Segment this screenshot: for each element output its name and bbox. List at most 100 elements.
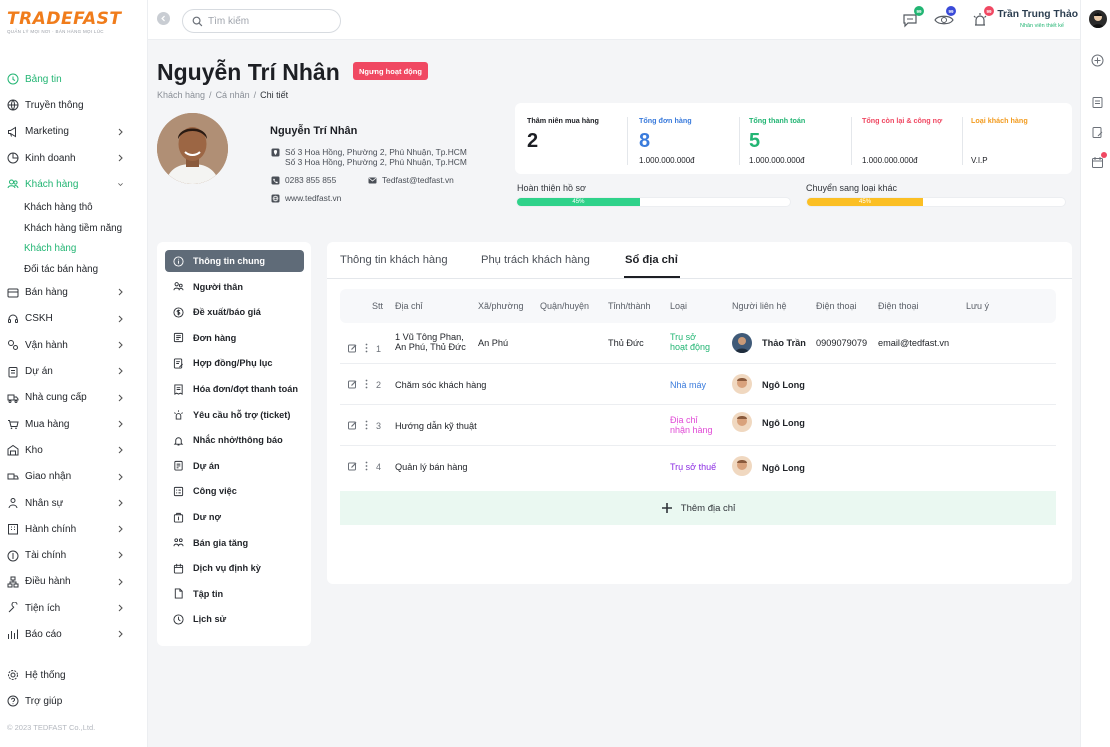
- sidebar-subitem[interactable]: Khách hàng thô: [0, 197, 148, 218]
- sidebar-item-tài-chính[interactable]: Tài chính: [0, 542, 148, 568]
- sidebar-item-hành-chính[interactable]: Hành chính: [0, 516, 148, 542]
- website-value[interactable]: www.tedfast.vn: [285, 193, 341, 203]
- sidebar-item-dự-án[interactable]: Dự án: [0, 358, 148, 384]
- sidebar-item-kinh-doanh[interactable]: Kinh doanh: [0, 145, 148, 171]
- alarm-button[interactable]: 99: [972, 6, 994, 28]
- detail-menu-item[interactable]: Hóa đơn/đợt thanh toán: [165, 378, 304, 400]
- table-row[interactable]: 4 Quản lý bán hàng Trụ sở thuế Ngô Long: [340, 446, 1056, 487]
- th-note: Lưu ý: [966, 301, 990, 311]
- add-circle-icon[interactable]: [1091, 54, 1104, 67]
- row-address: 1 Vũ Tông Phan, An Phú, Thủ Đức: [395, 332, 466, 352]
- sidebar-item-hệ-thống[interactable]: Hệ thống: [0, 662, 148, 688]
- detail-menu-label: Người thân: [193, 281, 243, 292]
- chevron-right-icon: [117, 393, 124, 403]
- upsell-icon: [173, 537, 184, 548]
- type-line: Nhà máy: [670, 380, 707, 390]
- sidebar-item-label: Nhà cung cấp: [25, 392, 87, 404]
- search-box[interactable]: [182, 9, 341, 33]
- mail-icon: [368, 176, 377, 185]
- breadcrumb-personal[interactable]: Cá nhân: [216, 90, 250, 100]
- sidebar-item-marketing[interactable]: Marketing: [0, 119, 148, 145]
- phone-value: 0283 855 855: [285, 175, 337, 185]
- sidebar-item-vận-hành[interactable]: Vận hành: [0, 332, 148, 358]
- sidebar-subitem[interactable]: Đối tác bán hàng: [0, 259, 148, 280]
- detail-menu-item[interactable]: Nhắc nhở/thông báo: [165, 429, 304, 451]
- sidebar-item-kho[interactable]: Kho: [0, 437, 148, 463]
- th-district: Quận/huyện: [540, 301, 590, 311]
- sidebar-item-nhà-cung-cấp[interactable]: Nhà cung cấp: [0, 385, 148, 411]
- chevron-left-icon: [161, 15, 165, 22]
- sidebar-item-tiện-ích[interactable]: Tiện ích: [0, 595, 148, 621]
- drag-handle-icon[interactable]: [364, 379, 369, 389]
- detail-menu-item[interactable]: Dư nợ: [165, 506, 304, 528]
- sidebar-item-truyền-thông[interactable]: Truyền thông: [0, 92, 148, 118]
- address-line: An Phú, Thủ Đức: [395, 342, 466, 352]
- sidebar-subitem[interactable]: Khách hàng: [0, 238, 148, 259]
- detail-menu-label: Công việc: [193, 486, 237, 497]
- table-row[interactable]: 2 Chăm sóc khách hàng Nhà máy Ngô Long: [340, 364, 1056, 405]
- table-row[interactable]: 3 Hướng dẫn kỹ thuật Địa chỉ nhận hàng Ng…: [340, 405, 1056, 446]
- detail-menu-item[interactable]: Đề xuất/báo giá: [165, 301, 304, 323]
- detail-menu-item[interactable]: Tập tin: [165, 583, 304, 605]
- sidebar-item-điều-hành[interactable]: Điều hành: [0, 569, 148, 595]
- calendar-icon[interactable]: [1091, 152, 1107, 169]
- detail-menu-item[interactable]: Đơn hàng: [165, 327, 304, 349]
- detail-menu-item[interactable]: Bán gia tăng: [165, 532, 304, 554]
- edit-icon[interactable]: [348, 421, 357, 430]
- detail-menu-item[interactable]: Công việc: [165, 480, 304, 502]
- chat-button[interactable]: 99: [902, 6, 924, 28]
- row-address: Hướng dẫn kỹ thuật: [395, 421, 477, 431]
- breadcrumb-customers[interactable]: Khách hàng: [157, 90, 205, 100]
- edit-icon[interactable]: [348, 380, 357, 389]
- detail-menu-item[interactable]: Dự án: [165, 455, 304, 477]
- detail-menu-item[interactable]: Lịch sử: [165, 608, 304, 630]
- sidebar-item-label: Tiện ích: [25, 602, 61, 614]
- sidebar-item-label: Hành chính: [25, 523, 77, 535]
- sidebar-item-cskh[interactable]: CSKH: [0, 306, 148, 332]
- sidebar-item-bảng-tin[interactable]: Bảng tin: [0, 66, 148, 92]
- sidebar-item-bán-hàng[interactable]: Bán hàng: [0, 279, 148, 305]
- detail-menu-item[interactable]: Dịch vụ định kỳ: [165, 557, 304, 579]
- sidebar-item-nhân-sự[interactable]: Nhân sự: [0, 490, 148, 516]
- detail-menu-item[interactable]: Người thân: [165, 276, 304, 298]
- calendar-icon: [173, 563, 184, 574]
- back-button[interactable]: [157, 12, 170, 25]
- sidebar-item-báo-cáo[interactable]: Báo cáo: [0, 621, 148, 647]
- sidebar-item-giao-nhận[interactable]: Giao nhận: [0, 464, 148, 490]
- user-avatar[interactable]: [1089, 10, 1107, 28]
- add-address-button[interactable]: Thêm địa chỉ: [340, 491, 1056, 525]
- contract-icon: [173, 358, 184, 369]
- detail-menu-item[interactable]: Hợp đồng/Phụ lục: [165, 352, 304, 374]
- ticket-icon: [173, 409, 184, 420]
- sidebar-item-label: Kho: [25, 444, 43, 456]
- right-rail: [1080, 0, 1110, 747]
- user-name[interactable]: Trần Trung Thảo: [988, 9, 1078, 20]
- drag-handle-icon[interactable]: [364, 343, 369, 353]
- sidebar-item-trợ-giúp[interactable]: Trợ giúp: [0, 688, 148, 714]
- detail-menu-item[interactable]: Yêu cầu hỗ trợ (ticket): [165, 404, 304, 426]
- sidebar-item-label: Báo cáo: [25, 628, 62, 640]
- detail-menu-item[interactable]: Thông tin chung: [165, 250, 304, 272]
- edit-icon[interactable]: [348, 462, 357, 471]
- edit-note-icon[interactable]: [1091, 126, 1104, 139]
- brand-tagline: QUẢN LÝ MỌI NƠI · BÁN HÀNG MỌI LÚC: [7, 29, 104, 34]
- status-badge[interactable]: Ngưng hoạt động: [353, 62, 428, 80]
- notes-icon[interactable]: [1091, 96, 1104, 109]
- edit-icon[interactable]: [348, 344, 357, 353]
- sidebar-item-mua-hàng[interactable]: Mua hàng: [0, 411, 148, 437]
- drag-handle-icon[interactable]: [364, 461, 369, 471]
- drag-handle-icon[interactable]: [364, 420, 369, 430]
- table-row[interactable]: 1 1 Vũ Tông Phan, An Phú, Thủ Đức An Phú …: [340, 323, 1056, 364]
- tab-address-book[interactable]: Sổ địa chỉ: [625, 254, 678, 266]
- detail-menu-label: Bán gia tăng: [193, 537, 249, 548]
- email-value[interactable]: Tedfast@tedfast.vn: [382, 175, 454, 185]
- tab-customer-info[interactable]: Thông tin khách hàng: [340, 254, 448, 266]
- brand-logo[interactable]: TRADEFAST QUẢN LÝ MỌI NƠI · BÁN HÀNG MỌI…: [7, 10, 122, 34]
- tab-customer-owner[interactable]: Phụ trách khách hàng: [481, 254, 590, 266]
- row-type: Trụ sở thuế: [670, 462, 716, 472]
- search-input[interactable]: [208, 15, 328, 27]
- sidebar-item-khách-hàng[interactable]: Khách hàng: [0, 171, 148, 197]
- customer-email: Tedfast@tedfast.vn: [368, 175, 454, 185]
- watch-button[interactable]: 99: [934, 6, 956, 28]
- sidebar-subitem[interactable]: Khách hàng tiềm năng: [0, 218, 148, 239]
